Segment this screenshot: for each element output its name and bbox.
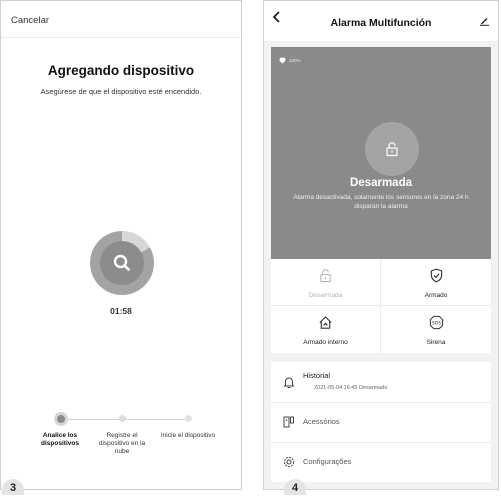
step-label-register: Registre el dispositivo en la nube — [98, 432, 146, 455]
scan-progress-ring — [90, 231, 154, 295]
menu-label-history: Historial — [303, 371, 331, 380]
mode-siren-button[interactable]: SOS Sirena — [381, 306, 491, 353]
menu-label-accessories: Acessórios — [303, 417, 340, 426]
search-icon — [113, 254, 130, 271]
menu-item-accessories[interactable]: Acessórios — [271, 402, 491, 443]
mode-home-armed-button[interactable]: Armado interno — [271, 306, 381, 353]
step-label-start: Inicie el dispositivo — [160, 432, 216, 439]
mode-label: Armado interno — [303, 339, 348, 346]
header-divider — [1, 37, 241, 38]
step-indicator — [119, 415, 126, 422]
sos-icon: SOS — [429, 315, 443, 330]
unlock-icon — [320, 269, 331, 283]
step-label-analyze: Analice los dispositivos — [41, 432, 79, 447]
mode-label: Armado — [424, 292, 448, 299]
svg-text:SOS: SOS — [432, 320, 441, 326]
page-title: Alarma Multifunción — [330, 17, 432, 29]
page-subtitle: Asegúrese de que el dispositivo esté enc… — [40, 87, 202, 96]
mode-disarmed-button[interactable]: Desarmada — [271, 259, 381, 306]
gear-icon — [283, 456, 295, 468]
cancel-button[interactable]: Cancelar — [11, 15, 49, 26]
countdown-timer: 01:58 — [110, 306, 132, 316]
add-device-screen: Cancelar Agregando dispositivo Asegúrese… — [0, 0, 242, 490]
shield-check-icon — [430, 268, 442, 283]
bell-icon — [283, 377, 295, 388]
home-icon — [319, 316, 332, 329]
step-indicator — [185, 415, 192, 422]
app-header: Alarma Multifunción — [264, 1, 498, 41]
battery-indicator: 100% — [279, 57, 301, 64]
settings-menu: Historial 2021-05-04 16:45 Desarmado Ace… — [271, 362, 491, 482]
menu-item-settings[interactable]: Configurações — [271, 442, 491, 482]
pencil-icon — [480, 18, 489, 26]
menu-item-history[interactable]: Historial 2021-05-04 16:45 Desarmado — [271, 362, 491, 403]
history-last-event: 2021-05-04 16:45 Desarmado — [314, 385, 388, 391]
mode-label: Desarmada — [308, 292, 343, 299]
battery-level: 100% — [289, 58, 301, 63]
page-title: Agregando dispositivo — [47, 63, 195, 78]
menu-label-settings: Configurações — [303, 457, 352, 466]
mode-label: Sirena — [426, 339, 446, 346]
lock-status-circle — [365, 122, 419, 176]
sensor-icon — [283, 416, 294, 428]
battery-icon — [279, 57, 286, 64]
alarm-screen: Alarma Multifunción 100% Desarmada Alarm… — [263, 0, 499, 490]
alarm-status-panel: 100% Desarmada Alarma desactivada, solam… — [271, 47, 491, 259]
scan-button[interactable] — [100, 241, 144, 285]
alarm-mode-grid: Desarmada Armado Armado interno SOS Sire… — [271, 259, 491, 353]
edit-button[interactable] — [479, 13, 490, 31]
unlock-icon — [386, 142, 398, 157]
step-indicator-active — [54, 412, 68, 426]
alarm-state-description: Alarma desactivada, solamente los sensor… — [293, 194, 469, 210]
alarm-state-title: Desarmada — [349, 177, 412, 189]
mode-armed-button[interactable]: Armado — [381, 259, 491, 306]
